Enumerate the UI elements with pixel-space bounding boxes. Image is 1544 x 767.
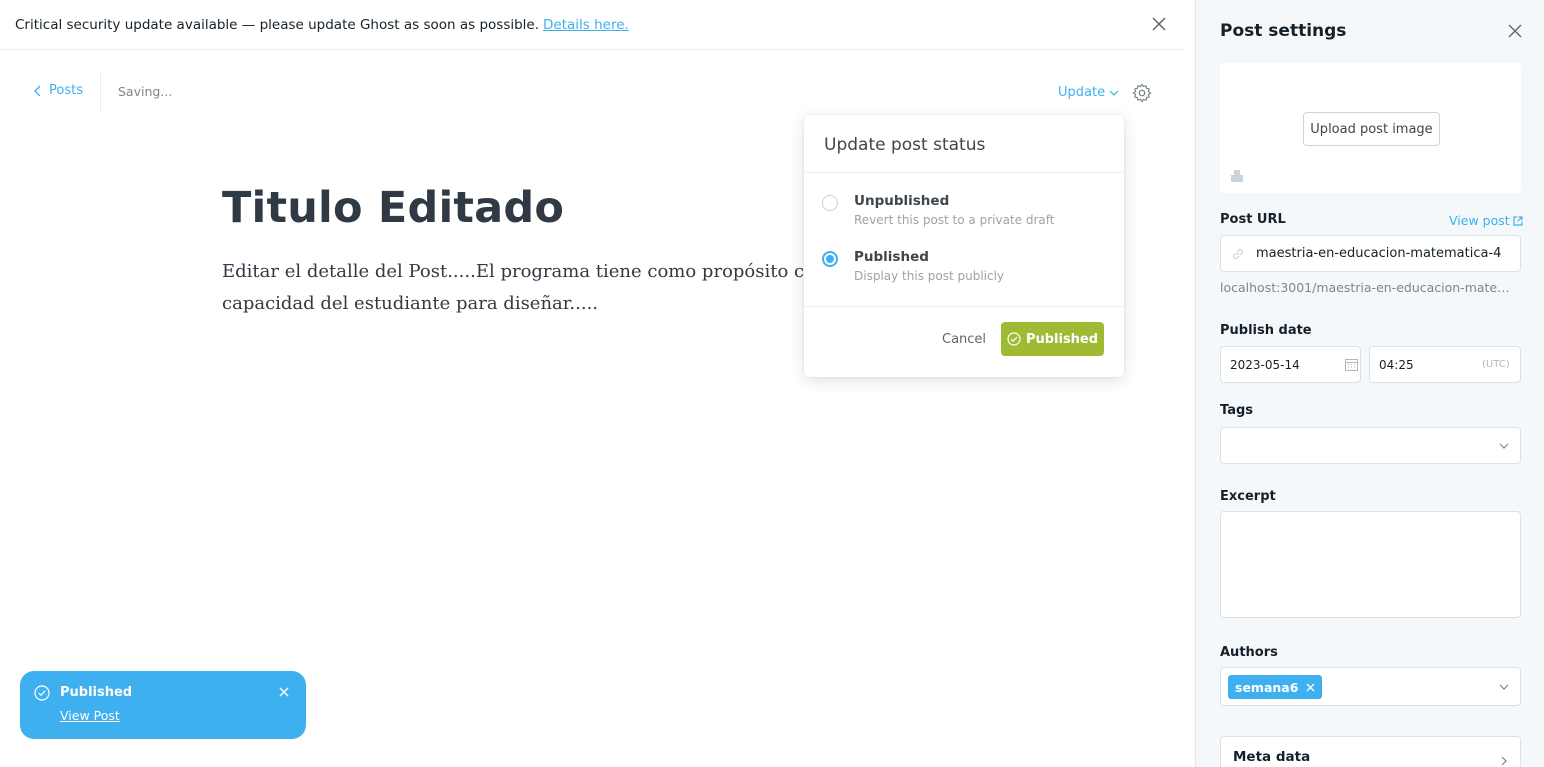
chevron-down-icon <box>1499 684 1509 690</box>
cancel-button[interactable]: Cancel <box>942 332 986 347</box>
view-post-link[interactable]: View post <box>1449 213 1523 228</box>
update-label: Update <box>1058 85 1106 100</box>
publish-label: Published <box>1025 331 1099 347</box>
toast-title: Published <box>60 685 133 700</box>
tags-input[interactable] <box>1220 427 1521 464</box>
tags-label: Tags <box>1220 403 1254 418</box>
editor-topbar: Posts Saving... Update <box>0 70 1184 114</box>
check-circle-icon <box>34 685 50 701</box>
date-value: 2023-05-14 <box>1230 357 1300 372</box>
url-slug: maestria-en-educacion-matematica-4 <box>1256 246 1502 261</box>
option-description: Revert this post to a private draft <box>854 213 1055 227</box>
link-icon <box>1232 248 1244 260</box>
full-url-hint: localhost:3001/maestria-en-educacion-mat… <box>1220 280 1521 295</box>
excerpt-label: Excerpt <box>1220 489 1276 504</box>
post-body-line: capacidad del estudiante para diseñar...… <box>222 293 599 314</box>
option-label: Unpublished <box>854 193 950 209</box>
dropdown-title: Update post status <box>824 135 986 155</box>
time-value: 04:25 <box>1379 357 1414 372</box>
back-label: Posts <box>49 83 83 98</box>
published-radio[interactable] <box>822 251 838 267</box>
upload-post-image-button[interactable]: Upload post image <box>1303 112 1440 146</box>
banner-message: Critical security update available — ple… <box>15 16 540 33</box>
publish-time-input[interactable]: 04:25 (UTC) <box>1369 346 1521 383</box>
publish-button[interactable]: Published <box>1001 322 1104 356</box>
editor-pane: Critical security update available — ple… <box>0 0 1195 767</box>
close-icon[interactable] <box>1150 15 1168 33</box>
chevron-right-icon <box>1501 756 1507 766</box>
author-chip[interactable]: semana6 <box>1228 675 1323 699</box>
post-url-input[interactable]: maestria-en-educacion-matematica-4 <box>1220 235 1521 272</box>
post-title[interactable]: Titulo Editado <box>222 183 564 233</box>
option-description: Display this post publicly <box>854 269 1005 283</box>
image-icon <box>1231 170 1243 182</box>
timezone-label: (UTC) <box>1482 359 1510 370</box>
post-image-dropzone[interactable]: Upload post image <box>1220 63 1521 193</box>
calendar-icon[interactable] <box>1345 358 1358 371</box>
option-label: Published <box>854 249 929 265</box>
divider <box>804 306 1124 307</box>
post-body[interactable]: Editar el detalle del Post.....El progra… <box>222 256 822 320</box>
sidebar-title: Post settings <box>1220 21 1347 41</box>
authors-input[interactable]: semana6 <box>1220 667 1521 706</box>
unpublished-radio[interactable] <box>822 195 838 211</box>
save-status: Saving... <box>118 84 173 99</box>
security-banner: Critical security update available — ple… <box>0 0 1184 50</box>
update-button[interactable]: Update <box>1058 85 1119 100</box>
close-icon[interactable] <box>278 686 290 698</box>
post-body-line: Editar el detalle del Post.....El progra… <box>222 261 822 282</box>
close-icon[interactable] <box>1306 683 1315 692</box>
external-link-icon <box>1513 215 1523 226</box>
authors-label: Authors <box>1220 645 1278 660</box>
update-status-dropdown: Update post status Unpublished Revert th… <box>804 115 1124 377</box>
published-toast: Published View Post <box>20 671 306 739</box>
divider <box>804 172 1124 173</box>
chevron-left-icon <box>34 85 41 96</box>
meta-data-section[interactable]: Meta data <box>1220 736 1521 767</box>
view-post-label: View post <box>1449 213 1510 228</box>
publish-date-input[interactable]: 2023-05-14 <box>1220 346 1361 383</box>
gear-icon[interactable] <box>1131 82 1153 104</box>
close-icon[interactable] <box>1508 24 1522 38</box>
meta-data-label: Meta data <box>1233 749 1311 765</box>
banner-details-link[interactable]: Details here. <box>543 17 629 33</box>
author-name: semana6 <box>1235 679 1299 695</box>
chevron-down-icon <box>1109 90 1119 96</box>
post-settings-sidebar: Post settings Upload post image Post URL… <box>1195 0 1544 767</box>
back-to-posts-link[interactable]: Posts <box>34 83 83 98</box>
view-post-link[interactable]: View Post <box>60 708 120 723</box>
post-url-label: Post URL <box>1220 212 1286 227</box>
check-circle-icon <box>1007 332 1021 346</box>
topbar-divider <box>100 72 101 112</box>
publish-date-label: Publish date <box>1220 323 1312 338</box>
chevron-down-icon <box>1499 443 1509 449</box>
excerpt-textarea[interactable] <box>1220 511 1521 618</box>
